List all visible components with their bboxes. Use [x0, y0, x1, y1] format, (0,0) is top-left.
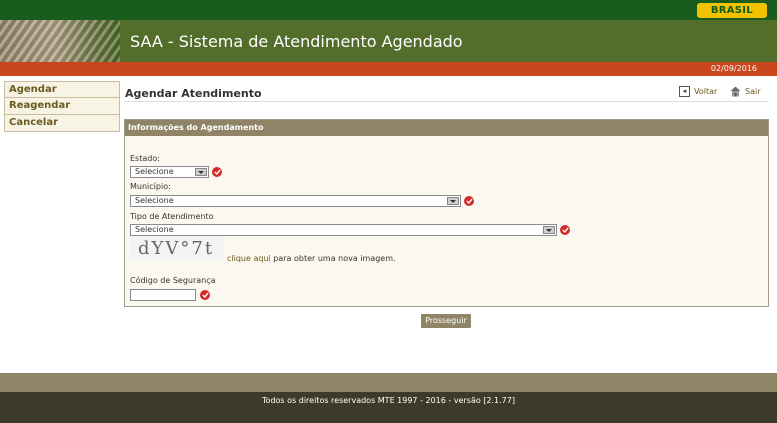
header-banner-image [0, 20, 120, 62]
required-check-icon [464, 196, 474, 206]
footer: Todos os direitos reservados MTE 1997 - … [0, 392, 777, 423]
date-bar: 02/09/2016 [0, 62, 777, 76]
tipo-label: Tipo de Atendimento [130, 212, 214, 221]
municipio-label: Município: [130, 182, 171, 191]
captcha-text: dYV°7t [138, 238, 215, 259]
estado-select[interactable]: Selecione [130, 166, 209, 178]
chevron-down-icon[interactable] [447, 197, 459, 205]
sair-label: Sair [745, 87, 761, 96]
brasil-logo[interactable]: BRASIL [696, 3, 767, 18]
codigo-seguranca-input[interactable] [130, 289, 196, 301]
chevron-down-icon[interactable] [543, 226, 555, 234]
estado-label: Estado: [130, 154, 160, 163]
app-header: SAA - Sistema de Atendimento Agendado [0, 20, 777, 62]
footer-copyright: Todos os direitos reservados MTE 1997 - … [262, 396, 515, 405]
captcha-refresh-suffix: para obter uma nova imagem. [270, 254, 396, 263]
sidebar-item-cancelar[interactable]: Cancelar [4, 115, 120, 132]
chevron-down-icon[interactable] [195, 168, 207, 176]
sidebar-item-reagendar[interactable]: Reagendar [4, 98, 120, 115]
estado-value: Selecione [135, 167, 174, 176]
tipo-value: Selecione [135, 225, 174, 234]
sair-link[interactable]: Sair [730, 86, 761, 97]
captcha-refresh-link[interactable]: clique aqui [227, 254, 271, 263]
footer-band [0, 373, 777, 392]
voltar-label: Voltar [694, 87, 718, 96]
required-check-icon [212, 167, 222, 177]
voltar-link[interactable]: ◂ Voltar [679, 86, 717, 97]
captcha-refresh-text: clique aqui para obter uma nova imagem. [227, 254, 396, 263]
required-check-icon [560, 225, 570, 235]
sidebar-menu: Agendar Reagendar Cancelar [4, 81, 120, 132]
appointment-info-panel: Informações do Agendamento Estado: Selec… [124, 119, 769, 307]
required-check-icon [200, 290, 210, 300]
title-divider [124, 101, 769, 102]
captcha-image: dYV°7t [130, 236, 224, 261]
government-bar: BRASIL [0, 0, 777, 20]
codigo-seguranca-label: Código de Segurança [130, 276, 216, 285]
prosseguir-button[interactable]: Prosseguir [421, 314, 471, 328]
municipio-select[interactable]: Selecione [130, 195, 461, 207]
app-title: SAA - Sistema de Atendimento Agendado [130, 32, 463, 51]
back-arrow-icon: ◂ [679, 86, 690, 97]
panel-title: Informações do Agendamento [125, 120, 768, 136]
municipio-value: Selecione [135, 196, 174, 205]
tipo-atendimento-select[interactable]: Selecione [130, 224, 557, 236]
page-title: Agendar Atendimento [125, 87, 262, 100]
sidebar-item-agendar[interactable]: Agendar [4, 81, 120, 98]
house-icon [730, 86, 741, 97]
current-date: 02/09/2016 [710, 64, 757, 73]
